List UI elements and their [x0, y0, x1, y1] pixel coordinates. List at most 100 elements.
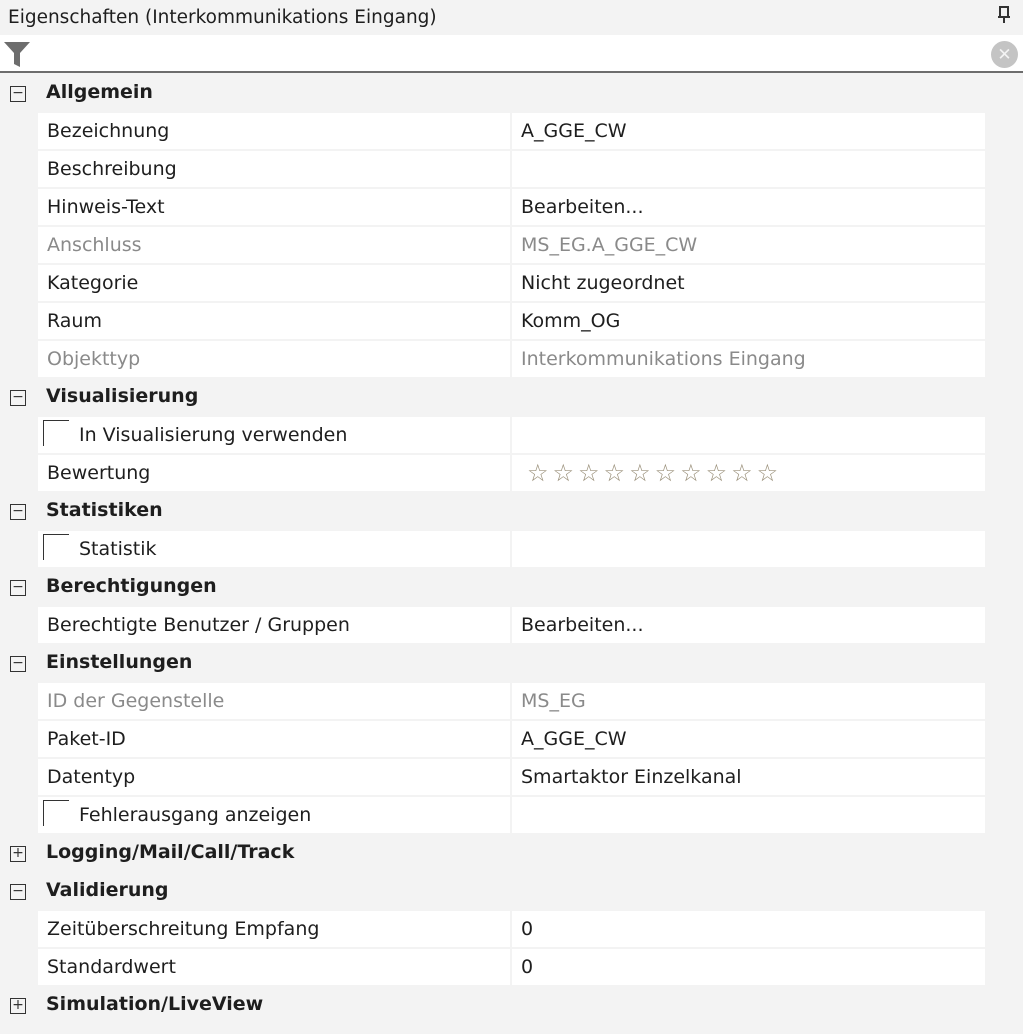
category-simulation-liveview: + Simulation/LiveView [0, 987, 1023, 1025]
collapse-icon[interactable]: − [10, 86, 26, 102]
property-value-text: Komm_OG [521, 310, 621, 332]
category-label: Simulation/LiveView [46, 993, 264, 1015]
category-label: Statistiken [46, 499, 163, 521]
collapse-icon[interactable]: − [10, 390, 26, 406]
star-icon[interactable]: ☆ [680, 458, 702, 488]
star-icon[interactable]: ☆ [731, 458, 753, 488]
property-label: Anschluss [38, 227, 510, 263]
property-row-bezeichnung[interactable]: Bezeichnung A_GGE_CW [0, 113, 1023, 151]
property-label-text: Standardwert [47, 956, 176, 978]
property-value-text: Nicht zugeordnet [521, 272, 685, 294]
category-label: Validierung [46, 879, 169, 901]
category-visualisierung: − Visualisierung [0, 379, 1023, 417]
property-label-text: Zeitüberschreitung Empfang [47, 918, 320, 940]
property-value[interactable]: 0 [512, 911, 985, 947]
checkbox[interactable] [43, 533, 69, 560]
property-label-text: Statistik [79, 538, 157, 560]
clear-filter-icon[interactable]: ✕ [991, 41, 1018, 68]
property-label: Kategorie [38, 265, 510, 301]
property-row-bewertung[interactable]: Bewertung ☆ ☆ ☆ ☆ ☆ ☆ ☆ ☆ ☆ ☆ [0, 455, 1023, 493]
property-row-zeit-berschreitung-empfang[interactable]: Zeitüberschreitung Empfang 0 [0, 911, 1023, 949]
property-label: Statistik [38, 531, 510, 567]
expand-icon[interactable]: + [10, 846, 26, 862]
property-value[interactable]: A_GGE_CW [512, 721, 985, 757]
star-icon[interactable]: ☆ [527, 458, 549, 488]
property-value-text: Interkommunikations Eingang [521, 348, 806, 370]
property-value[interactable] [512, 151, 985, 187]
property-row-fehlerausgang-anzeigen[interactable]: Fehlerausgang anzeigen [0, 797, 1023, 835]
property-value[interactable]: Smartaktor Einzelkanal [512, 759, 985, 795]
property-value-text: 0 [521, 918, 534, 940]
property-label: Paket-ID [38, 721, 510, 757]
property-row-berechtigte-benutzer-gruppen[interactable]: Berechtigte Benutzer / Gruppen Bearbeiten… [0, 607, 1023, 645]
property-label: Standardwert [38, 949, 510, 985]
property-value[interactable] [512, 531, 985, 567]
property-row-standardwert[interactable]: Standardwert 0 [0, 949, 1023, 987]
property-label-text: Bewertung [47, 462, 151, 484]
collapse-icon[interactable]: − [10, 656, 26, 672]
property-value: MS_EG [512, 683, 985, 719]
rating-stars[interactable]: ☆ ☆ ☆ ☆ ☆ ☆ ☆ ☆ ☆ ☆ [521, 455, 985, 488]
property-row-statistik[interactable]: Statistik [0, 531, 1023, 569]
property-label-text: Datentyp [47, 766, 136, 788]
property-label: Objekttyp [38, 341, 510, 377]
property-row-in-visualisierung-verwenden[interactable]: In Visualisierung verwenden [0, 417, 1023, 455]
property-label: Beschreibung [38, 151, 510, 187]
property-row-hinweis-text[interactable]: Hinweis-Text Bearbeiten... [0, 189, 1023, 227]
property-row-anschluss[interactable]: Anschluss MS_EG.A_GGE_CW [0, 227, 1023, 265]
property-label: Hinweis-Text [38, 189, 510, 225]
property-value-text: 0 [521, 956, 534, 978]
property-value[interactable]: A_GGE_CW [512, 113, 985, 149]
collapse-icon[interactable]: − [10, 504, 26, 520]
property-value-text: A_GGE_CW [521, 120, 627, 142]
pin-icon[interactable] [997, 6, 1011, 24]
expand-icon[interactable]: + [10, 998, 26, 1014]
property-row-paket-id[interactable]: Paket-ID A_GGE_CW [0, 721, 1023, 759]
property-row-datentyp[interactable]: Datentyp Smartaktor Einzelkanal [0, 759, 1023, 797]
property-row-id-der-gegenstelle[interactable]: ID der Gegenstelle MS_EG [0, 683, 1023, 721]
property-value[interactable]: ☆ ☆ ☆ ☆ ☆ ☆ ☆ ☆ ☆ ☆ [512, 455, 985, 491]
property-row-objekttyp[interactable]: Objekttyp Interkommunikations Eingang [0, 341, 1023, 379]
property-value: MS_EG.A_GGE_CW [512, 227, 985, 263]
property-label: ID der Gegenstelle [38, 683, 510, 719]
property-row-raum[interactable]: Raum Komm_OG [0, 303, 1023, 341]
filter-bar[interactable]: ✕ [0, 35, 1023, 73]
property-value-text: MS_EG [521, 690, 586, 712]
checkbox[interactable] [43, 799, 69, 826]
star-icon[interactable]: ☆ [655, 458, 677, 488]
collapse-icon[interactable]: − [10, 580, 26, 596]
property-value-text: Bearbeiten... [521, 614, 644, 636]
property-label-text: Objekttyp [47, 348, 141, 370]
checkbox[interactable] [43, 419, 69, 446]
property-label-text: ID der Gegenstelle [47, 690, 225, 712]
property-label: Bezeichnung [38, 113, 510, 149]
property-value[interactable]: Nicht zugeordnet [512, 265, 985, 301]
property-value[interactable]: Komm_OG [512, 303, 985, 339]
star-icon[interactable]: ☆ [578, 458, 600, 488]
property-row-kategorie[interactable]: Kategorie Nicht zugeordnet [0, 265, 1023, 303]
star-icon[interactable]: ☆ [553, 458, 575, 488]
star-icon[interactable]: ☆ [757, 458, 779, 488]
category-berechtigungen: − Berechtigungen [0, 569, 1023, 607]
filter-icon[interactable] [3, 40, 31, 68]
property-value[interactable] [512, 797, 985, 833]
property-label-text: Beschreibung [47, 158, 177, 180]
property-grid: − Allgemein Bezeichnung A_GGE_CW Beschreibun… [0, 75, 1023, 1025]
category-validierung: − Validierung [0, 873, 1023, 911]
property-label: Zeitüberschreitung Empfang [38, 911, 510, 947]
star-icon[interactable]: ☆ [604, 458, 626, 488]
property-label: Bewertung [38, 455, 510, 491]
property-value[interactable]: 0 [512, 949, 985, 985]
property-label-text: In Visualisierung verwenden [79, 424, 348, 446]
category-logging-mail-call-track: + Logging/Mail/Call/Track [0, 835, 1023, 873]
property-value[interactable]: Bearbeiten... [512, 607, 985, 643]
property-label-text: Anschluss [47, 234, 142, 256]
property-value[interactable] [512, 417, 985, 453]
property-value[interactable]: Bearbeiten... [512, 189, 985, 225]
star-icon[interactable]: ☆ [706, 458, 728, 488]
property-row-beschreibung[interactable]: Beschreibung [0, 151, 1023, 189]
property-value-text: Bearbeiten... [521, 196, 644, 218]
collapse-icon[interactable]: − [10, 884, 26, 900]
star-icon[interactable]: ☆ [629, 458, 651, 488]
category-label: Allgemein [46, 81, 153, 103]
